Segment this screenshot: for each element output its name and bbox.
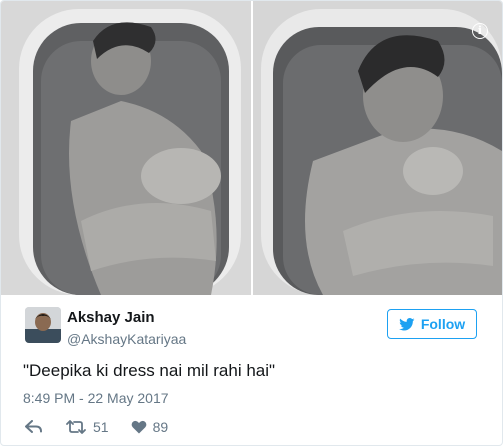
- reply-action[interactable]: [25, 420, 43, 434]
- photo-right[interactable]: i: [253, 1, 502, 295]
- avatar-image: [25, 307, 61, 343]
- author-handle[interactable]: @AkshayKatariyaa: [67, 331, 186, 347]
- like-action[interactable]: 89: [131, 419, 169, 435]
- tweet-card: i Akshay Jain @AkshayKatariyaa Follow "D…: [0, 0, 503, 446]
- avatar[interactable]: [25, 307, 61, 343]
- tweet-media[interactable]: i: [1, 1, 502, 295]
- photo-left[interactable]: [1, 1, 251, 295]
- tweet-text: "Deepika ki dress nai mil rahi hai": [23, 361, 276, 380]
- tweet-author: Akshay Jain @AkshayKatariyaa Follow: [25, 307, 485, 351]
- photo-left-image: [1, 1, 251, 295]
- tweet-actions: 51 89: [25, 417, 190, 437]
- retweet-action[interactable]: 51: [65, 419, 109, 435]
- author-name[interactable]: Akshay Jain: [67, 309, 155, 326]
- twitter-bird-icon: [398, 317, 415, 330]
- photo-right-image: [253, 1, 502, 295]
- like-count: 89: [152, 419, 169, 435]
- follow-button-label: Follow: [420, 316, 466, 332]
- reply-icon: [25, 420, 42, 433]
- retweet-icon: [66, 420, 86, 434]
- info-icon[interactable]: i: [472, 23, 488, 39]
- heart-icon: [131, 420, 146, 434]
- follow-button[interactable]: Follow: [387, 309, 477, 339]
- tweet-timestamp[interactable]: 8:49 PM - 22 May 2017: [23, 390, 169, 406]
- retweet-count: 51: [93, 419, 109, 435]
